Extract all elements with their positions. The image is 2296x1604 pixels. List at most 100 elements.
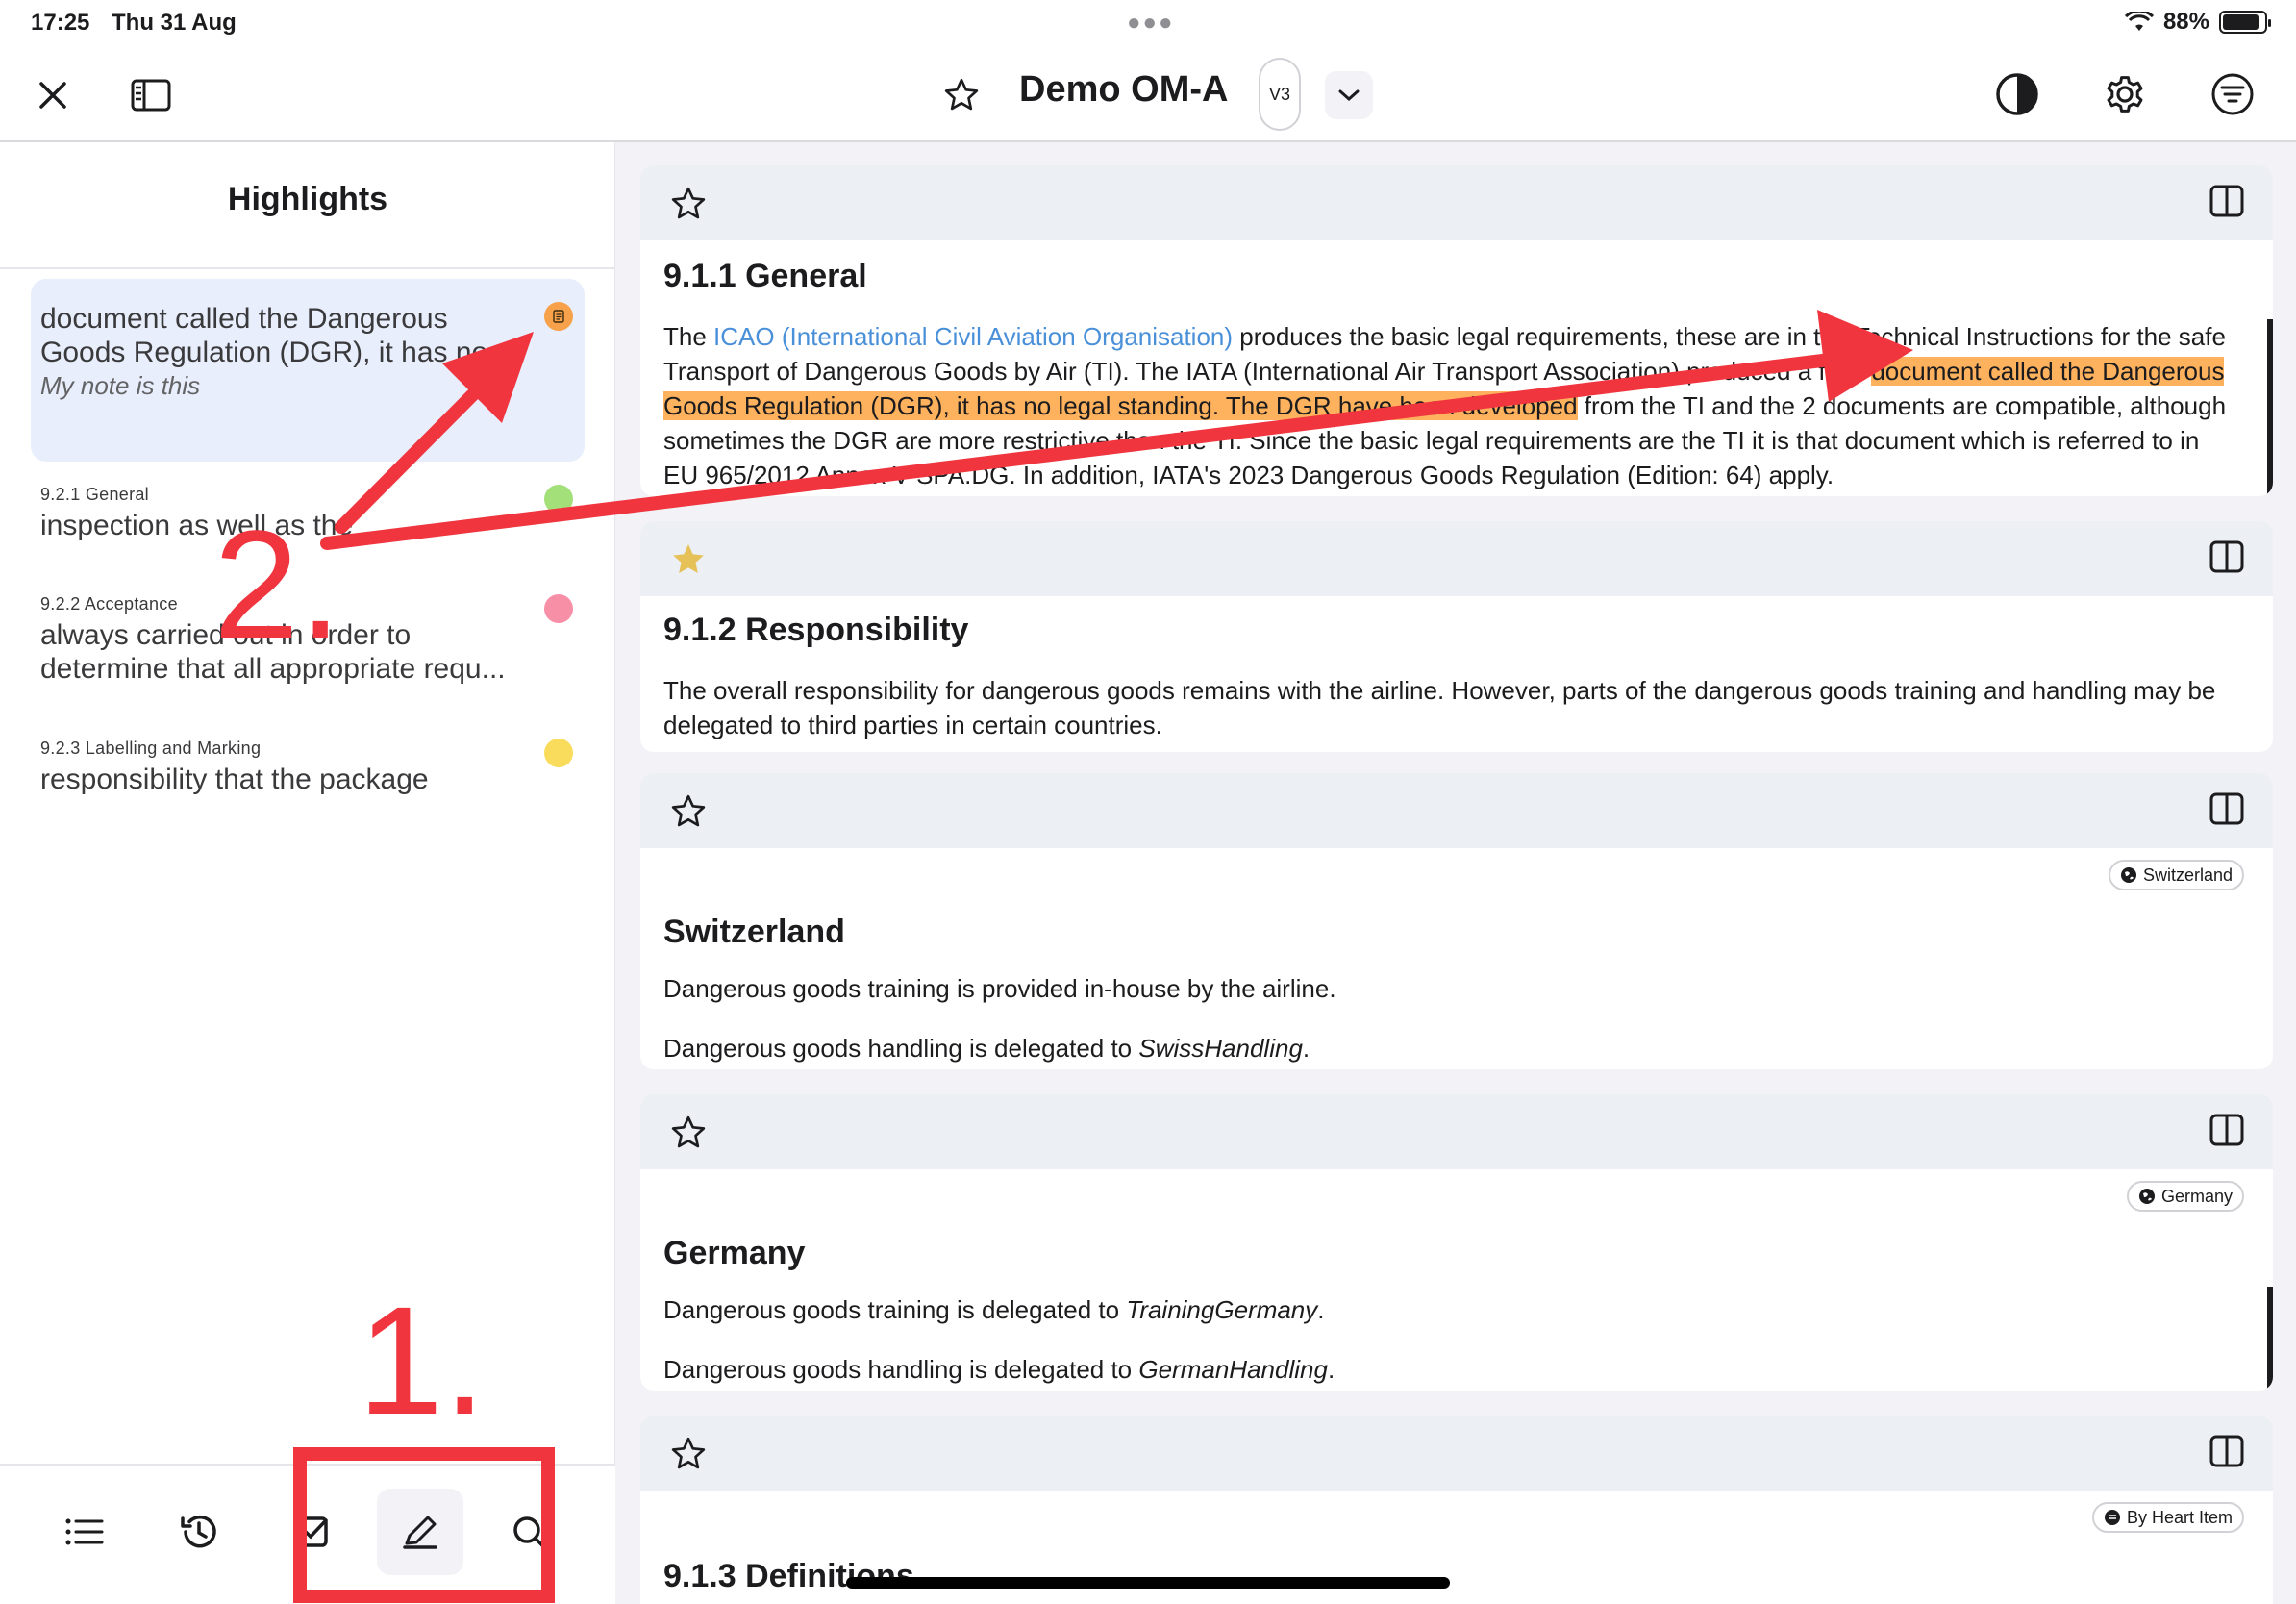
- emphasized-text: TrainingGermany: [1126, 1295, 1318, 1324]
- note-indicator-icon: [544, 302, 573, 331]
- paragraph-text: .: [1317, 1295, 1325, 1324]
- status-time: 17:25: [31, 10, 90, 36]
- sidebar-icon: [131, 79, 171, 112]
- tag-label: Germany: [2160, 1186, 2233, 1206]
- split-view-icon[interactable]: [2209, 792, 2244, 825]
- annotation-label-1: 1.: [358, 1274, 487, 1446]
- section-card: By Heart Item 9.1.3 Definitions: [640, 1416, 2273, 1604]
- annotation-box: [293, 1447, 555, 1603]
- emphasized-text: SwissHandling: [1138, 1034, 1303, 1063]
- highlight-item[interactable]: 9.2.3 Labelling and Marking responsibili…: [31, 739, 585, 796]
- top-toolbar: Demo OM-A V3: [0, 48, 2296, 142]
- star-outline-icon[interactable]: [669, 792, 708, 831]
- highlight-item[interactable]: document called the Dangerous Goods Regu…: [31, 279, 585, 462]
- battery-fill: [2223, 14, 2259, 30]
- section-paragraph[interactable]: Dangerous goods training is delegated to…: [663, 1292, 2238, 1327]
- status-date: Thu 31 Aug: [112, 10, 237, 36]
- card-header: [640, 1094, 2273, 1169]
- section-paragraph[interactable]: The overall responsibility for dangerous…: [663, 673, 2238, 742]
- section-paragraph[interactable]: Dangerous goods handling is delegated to…: [663, 1031, 2238, 1065]
- highlight-color-dot: [544, 739, 573, 767]
- highlight-text-line: document called the Dangerous: [40, 303, 448, 335]
- section-body: Dangerous goods training is provided in-…: [663, 971, 2238, 1065]
- status-bar: 17:25 Thu 31 Aug ●●● 88%: [0, 0, 2296, 48]
- multitasking-dots-icon[interactable]: ●●●: [1127, 10, 1175, 37]
- document-content[interactable]: 9.1.1 General The ICAO (International Ci…: [615, 142, 2296, 1604]
- highlight-section: 9.2.3 Labelling and Marking: [40, 739, 262, 758]
- tag-label: By Heart Item: [2126, 1507, 2233, 1527]
- paragraph-text: Dangerous goods handling is delegated to: [663, 1034, 1139, 1063]
- country-tag[interactable]: Germany: [2126, 1181, 2244, 1212]
- annotation-label-2: 2.: [213, 498, 342, 670]
- list-icon: [65, 1518, 104, 1545]
- highlight-text-line: responsibility that the package: [40, 764, 429, 795]
- section-title: 9.1.1 General: [663, 258, 867, 294]
- section-title: 9.1.2 Responsibility: [663, 612, 969, 648]
- document-title: Demo OM-A: [1019, 69, 1229, 110]
- paragraph-text: .: [1302, 1034, 1310, 1063]
- highlight-text-line: Goods Regulation (DGR), it has no: [40, 337, 488, 368]
- by-heart-icon: [2104, 1510, 2120, 1525]
- highlight-note: My note is this: [40, 371, 201, 400]
- section-paragraph[interactable]: Dangerous goods training is provided in-…: [663, 971, 2238, 1006]
- history-icon: [181, 1515, 216, 1548]
- section-title: Germany: [663, 1235, 806, 1271]
- tab-contents[interactable]: [41, 1489, 128, 1575]
- section-card: 9.1.1 General The ICAO (International Ci…: [640, 165, 2273, 496]
- country-tag[interactable]: Switzerland: [2108, 860, 2244, 890]
- tag-label: Switzerland: [2142, 865, 2233, 885]
- home-indicator[interactable]: [846, 1577, 1450, 1589]
- contrast-icon: [1996, 73, 2038, 115]
- card-header: [640, 1416, 2273, 1491]
- section-paragraph[interactable]: Dangerous goods handling is delegated to…: [663, 1352, 2238, 1387]
- sidebar-divider: [0, 267, 615, 269]
- section-card: Germany Germany Dangerous goods training…: [640, 1094, 2273, 1391]
- scroll-indicator: [2267, 319, 2273, 496]
- close-icon: [39, 82, 66, 109]
- card-header: [640, 165, 2273, 240]
- settings-button[interactable]: [2098, 67, 2152, 121]
- star-outline-icon: [944, 78, 979, 111]
- by-heart-tag[interactable]: By Heart Item: [2091, 1502, 2244, 1533]
- scroll-indicator: [2267, 1287, 2273, 1391]
- split-view-icon[interactable]: [2209, 540, 2244, 573]
- globe-icon: [2120, 867, 2136, 883]
- section-paragraph[interactable]: The ICAO (International Civil Aviation O…: [663, 319, 2238, 492]
- sidebar-title: Highlights: [227, 181, 388, 217]
- version-badge[interactable]: V3: [1259, 58, 1301, 131]
- filter-menu-button[interactable]: [2206, 67, 2259, 121]
- highlight-color-dot: [544, 485, 573, 514]
- star-filled-icon[interactable]: [669, 540, 708, 579]
- section-card: 9.1.2 Responsibility The overall respons…: [640, 521, 2273, 752]
- battery-icon: [2219, 11, 2271, 34]
- chevron-down-icon: [1338, 89, 1360, 102]
- section-body: The overall responsibility for dangerous…: [663, 673, 2238, 742]
- globe-icon: [2138, 1189, 2155, 1204]
- star-outline-icon[interactable]: [669, 185, 708, 223]
- star-outline-icon[interactable]: [669, 1114, 708, 1152]
- gear-icon: [2107, 76, 2143, 113]
- close-button[interactable]: [29, 71, 77, 119]
- card-header: [640, 773, 2273, 848]
- emphasized-text: GermanHandling: [1138, 1355, 1328, 1384]
- card-header: [640, 521, 2273, 596]
- split-view-icon[interactable]: [2209, 1435, 2244, 1467]
- toggle-sidebar-button[interactable]: [127, 71, 175, 119]
- wifi-icon: [2124, 12, 2154, 31]
- appearance-button[interactable]: [1990, 67, 2044, 121]
- highlight-color-dot: [544, 594, 573, 623]
- icao-link[interactable]: ICAO (International Civil Aviation Organ…: [713, 322, 1233, 351]
- paragraph-text: The: [663, 322, 714, 351]
- section-body: The ICAO (International Civil Aviation O…: [663, 319, 2238, 492]
- tab-history[interactable]: [156, 1489, 242, 1575]
- highlights-sidebar: Highlights document called the Dangerous…: [0, 142, 615, 1604]
- filter-circle-icon: [2211, 73, 2254, 115]
- favorite-document-button[interactable]: [937, 71, 986, 119]
- paragraph-text: Dangerous goods training is delegated to: [663, 1295, 1127, 1324]
- version-dropdown-button[interactable]: [1325, 71, 1373, 119]
- status-right: 88%: [2124, 9, 2271, 36]
- paragraph-text: Dangerous goods handling is delegated to: [663, 1355, 1139, 1384]
- split-view-icon[interactable]: [2209, 1114, 2244, 1146]
- star-outline-icon[interactable]: [669, 1435, 708, 1473]
- split-view-icon[interactable]: [2209, 185, 2244, 217]
